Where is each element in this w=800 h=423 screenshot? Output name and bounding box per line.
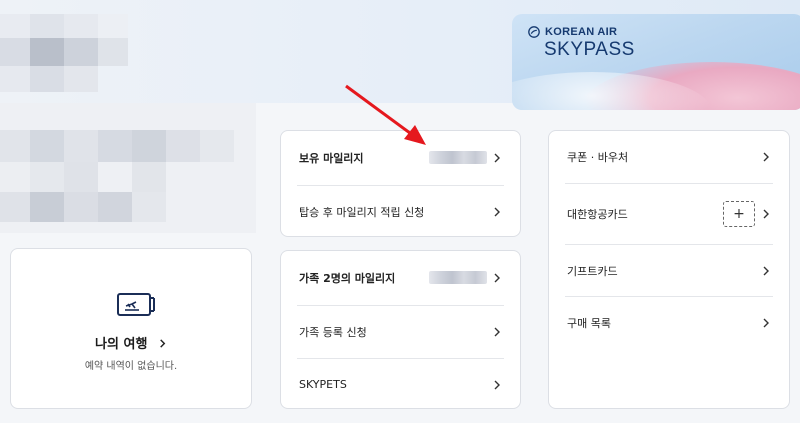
post-flight-mileage-request-label: 탑승 후 마일리지 적립 신청 (299, 206, 425, 219)
my-trip-card[interactable]: 나의 여행 예약 내역이 없습니다. (10, 248, 252, 409)
my-trip-title: 나의 여행 (95, 337, 148, 352)
chevron-right-icon (763, 318, 769, 328)
gift-card-row[interactable]: 기프트카드 (549, 245, 789, 296)
family-registration-row[interactable]: 가족 등록 신청 (281, 306, 520, 358)
family-registration-label: 가족 등록 신청 (299, 326, 367, 339)
boarding-pass-icon (117, 293, 155, 316)
mileage-panel: 보유 마일리지 탑승 후 마일리지 적립 신청 (280, 130, 521, 237)
skypets-row[interactable]: SKYPETS (281, 359, 520, 410)
family-mileage-row[interactable]: 가족 2명의 마일리지 (281, 251, 520, 305)
coupon-voucher-label: 쿠폰 · 바우처 (567, 151, 629, 164)
chevron-right-icon (160, 339, 166, 348)
coupon-voucher-row[interactable]: 쿠폰 · 바우처 (549, 131, 789, 183)
skypass-card[interactable]: KOREAN AIR SKYPASS (512, 14, 800, 110)
purchase-list-row[interactable]: 구매 목록 (549, 297, 789, 349)
brand-name: KOREAN AIR (545, 26, 618, 38)
add-card-button[interactable]: + (723, 201, 755, 227)
family-mileage-label: 가족 2명의 마일리지 (299, 272, 396, 285)
chevron-right-icon (494, 153, 500, 163)
korean-air-card-label: 대한항공카드 (567, 208, 628, 221)
chevron-right-icon (763, 266, 769, 276)
post-flight-mileage-request-row[interactable]: 탑승 후 마일리지 적립 신청 (281, 186, 520, 238)
chevron-right-icon (494, 207, 500, 217)
no-reservations-text: 예약 내역이 없습니다. (84, 361, 178, 372)
chevron-right-icon (763, 152, 769, 162)
owned-mileage-label: 보유 마일리지 (299, 152, 364, 165)
gift-card-label: 기프트카드 (567, 264, 618, 278)
korean-air-card-row[interactable]: 대한항공카드 + (549, 184, 789, 244)
family-panel: 가족 2명의 마일리지 가족 등록 신청 SKYPETS (280, 250, 521, 409)
chevron-right-icon (763, 209, 769, 219)
chevron-right-icon (494, 380, 500, 390)
card-title: SKYPASS (544, 39, 635, 60)
masked-mileage-value (429, 151, 487, 164)
chevron-right-icon (494, 273, 500, 283)
owned-mileage-row[interactable]: 보유 마일리지 (281, 131, 520, 185)
masked-family-mileage-value (429, 271, 487, 284)
benefits-panel: 쿠폰 · 바우처 대한항공카드 + 기프트카드 구매 목록 (548, 130, 790, 409)
purchase-list-label: 구매 목록 (567, 317, 611, 330)
skypets-label: SKYPETS (299, 378, 347, 391)
korean-air-logo-icon (528, 26, 540, 38)
my-trip-title-link[interactable]: 나의 여행 (11, 333, 251, 352)
chevron-right-icon (494, 327, 500, 337)
korean-air-brand: KOREAN AIR (528, 26, 617, 38)
